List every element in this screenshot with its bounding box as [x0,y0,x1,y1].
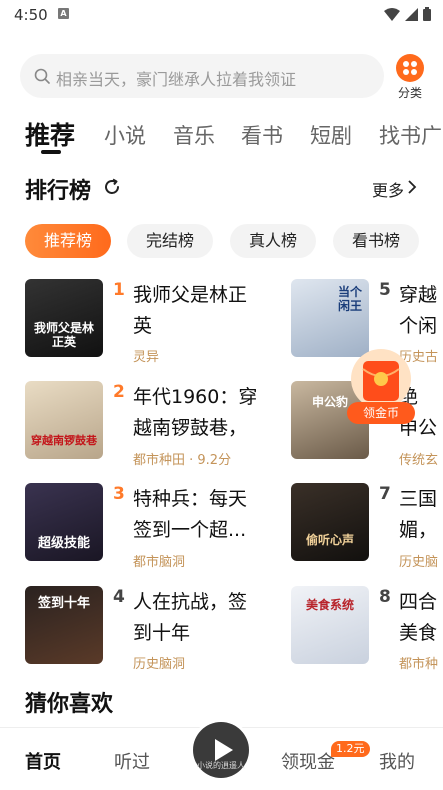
nav-mine[interactable]: 我的 [379,748,415,774]
nav-get-cash[interactable]: 领现金 [281,748,335,774]
chip-real-person-rank[interactable]: 真人榜 [230,224,316,258]
category-button[interactable]: 分类 [390,54,430,100]
rank-number: 4 [113,587,125,607]
book-cover[interactable]: 穿越南锣鼓巷 [25,381,103,459]
book-title[interactable]: 我师父是林正英 [133,280,268,342]
tab-short-drama[interactable]: 短剧 [310,120,352,150]
rank-number: 2 [113,382,125,402]
chip-finished-rank[interactable]: 完结榜 [127,224,213,258]
book-title[interactable]: 特种兵：每天 签到一个超... [133,484,268,546]
tab-novel[interactable]: 小说 [104,120,146,150]
status-icons [384,7,431,21]
status-time: 4:50 [14,6,48,24]
book-cover[interactable]: 美食系统 [291,586,369,664]
nav-listened[interactable]: 听过 [114,748,150,774]
book-meta: 灵异 [133,350,160,365]
book-title[interactable]: 人在抗战，签 到十年 [133,587,268,649]
book-meta: 传统玄 [399,453,439,468]
notification-icon: A [58,8,69,19]
book-cover[interactable]: 超级技能 [25,483,103,561]
tab-bar: 推荐 小说 音乐 看书 短剧 找书广 [0,112,443,156]
battery-icon [423,7,431,21]
bottom-nav: 首页 听过 小说的逍遥人生 领现金 1.2元 我的 [0,722,443,790]
ranking-title: 排行榜 [25,179,92,204]
book-meta: 都市脑洞 [133,555,186,570]
category-label: 分类 [397,86,422,100]
book-cover[interactable]: 偷听心声 [291,483,369,561]
book-meta: 都市种 [399,657,439,672]
refresh-icon[interactable] [103,178,121,196]
chip-reading-rank[interactable]: 看书榜 [333,224,419,258]
chevron-right-icon [408,180,417,194]
search-icon [34,68,50,84]
book-cover[interactable]: 签到十年 [25,586,103,664]
book-title[interactable]: 年代1960：穿 越南锣鼓巷， [133,382,268,444]
guess-you-like-title: 猜你喜欢 [25,692,114,717]
more-link[interactable]: 更多 [372,177,404,201]
player-button[interactable]: 小说的逍遥人生 [193,722,249,778]
search-bar[interactable]: 相亲当天，豪门继承人拉着我领证 [20,54,384,98]
tab-find-book[interactable]: 找书广 [379,120,442,150]
player-title: 小说的逍遥人生 [197,761,245,770]
book-meta: 历史脑洞 [133,657,186,672]
search-placeholder: 相亲当天，豪门继承人拉着我领证 [56,70,297,89]
rank-number: 3 [113,484,125,504]
book-meta: 都市种田 · 9.2分 [133,453,232,468]
book-title[interactable]: 四合 美食 [399,587,443,649]
chip-recommend-rank[interactable]: 推荐榜 [25,224,111,258]
red-envelope-icon [351,349,411,409]
rank-number: 7 [379,484,391,504]
rank-number: 5 [379,280,391,300]
nav-home[interactable]: 首页 [25,748,61,774]
reward-label[interactable]: 领金币 [347,402,415,424]
rank-number: 8 [379,587,391,607]
cash-badge: 1.2元 [331,741,370,757]
tab-read[interactable]: 看书 [241,120,283,150]
book-title[interactable]: 三国 媚， [399,484,443,546]
wifi-icon [384,7,400,21]
book-meta: 历史脑 [399,555,439,570]
book-title[interactable]: 穿越 个闲 [399,280,443,342]
book-cover[interactable]: 当个闲王 [291,279,369,357]
signal-icon [405,7,418,21]
tab-underline [41,150,61,154]
tab-recommend[interactable]: 推荐 [25,116,75,152]
category-icon [396,54,424,82]
book-cover[interactable]: 我师父是林正英 [25,279,103,357]
rank-number: 1 [113,280,125,300]
tab-music[interactable]: 音乐 [173,120,215,150]
